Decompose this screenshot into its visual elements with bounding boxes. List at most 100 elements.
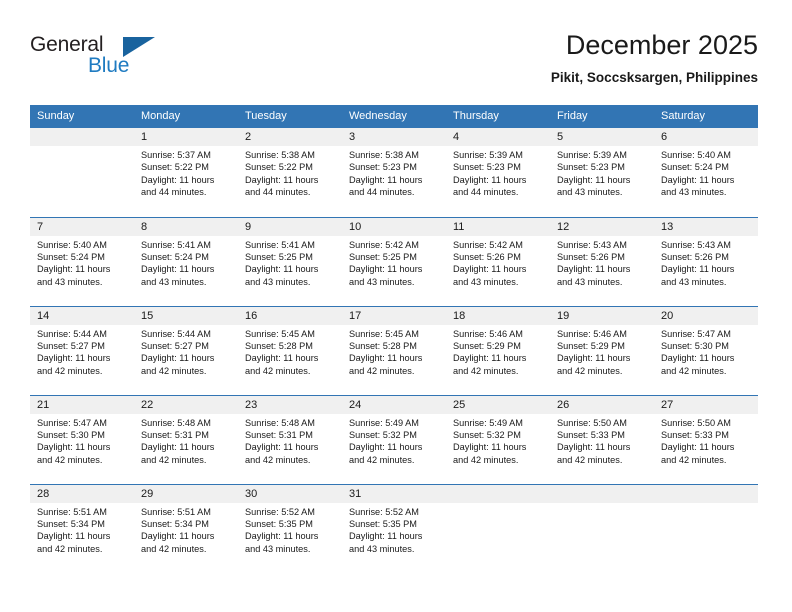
day-number: 21 [30,395,134,414]
calendar-day-cell[interactable]: 22 Sunrise: 5:48 AM Sunset: 5:31 PM Dayligh… [134,394,238,484]
calendar-day-cell[interactable]: 28 Sunrise: 5:51 AM Sunset: 5:34 PM Dayligh… [30,483,134,573]
calendar-day-cell[interactable]: 13 Sunrise: 5:43 AM Sunset: 5:26 PM Dayligh… [654,216,758,306]
sunset-time: Sunset: 5:34 PM [141,518,209,529]
day-number: 3 [342,128,446,146]
day-sun-info [30,146,134,149]
daylight-duration-line2: and 44 minutes. [349,187,415,198]
calendar-day-cell[interactable]: 12 Sunrise: 5:43 AM Sunset: 5:26 PM Dayligh… [550,216,654,306]
day-number: 12 [550,217,654,236]
sunrise-time: Sunrise: 5:44 AM [141,328,211,339]
day-sun-info: Sunrise: 5:39 AM Sunset: 5:23 PM Daylight:… [446,146,550,199]
sunrise-time: Sunrise: 5:38 AM [245,150,315,160]
sunset-time: Sunset: 5:33 PM [661,429,729,440]
sunrise-time: Sunrise: 5:42 AM [453,239,523,250]
sunset-time: Sunset: 5:26 PM [557,251,625,262]
calendar-day-cell[interactable]: 26 Sunrise: 5:50 AM Sunset: 5:33 PM Dayligh… [550,394,654,484]
calendar-day-cell[interactable]: 8 Sunrise: 5:41 AM Sunset: 5:24 PM Daylight… [134,216,238,306]
calendar-day-cell[interactable]: 14 Sunrise: 5:44 AM Sunset: 5:27 PM Dayligh… [30,305,134,395]
calendar-day-cell[interactable]: 11 Sunrise: 5:42 AM Sunset: 5:26 PM Dayligh… [446,216,550,306]
calendar-day-cell[interactable]: 10 Sunrise: 5:42 AM Sunset: 5:25 PM Dayligh… [342,216,446,306]
calendar-day-cell[interactable]: 20 Sunrise: 5:47 AM Sunset: 5:30 PM Dayligh… [654,305,758,395]
daylight-duration-line1: Daylight: 11 hours [37,442,111,453]
sunrise-time: Sunrise: 5:48 AM [245,417,315,428]
calendar-day-cell[interactable]: 2 Sunrise: 5:38 AM Sunset: 5:22 PM Daylight… [238,128,342,217]
daylight-duration-line1: Daylight: 11 hours [349,353,423,364]
sunset-time: Sunset: 5:27 PM [37,340,105,351]
day-number [654,484,758,503]
sunrise-time: Sunrise: 5:45 AM [245,328,315,339]
calendar-day-cell[interactable]: 6 Sunrise: 5:40 AM Sunset: 5:24 PM Daylight… [654,128,758,217]
daylight-duration-line1: Daylight: 11 hours [141,531,215,542]
calendar-day-cell[interactable]: 21 Sunrise: 5:47 AM Sunset: 5:30 PM Dayligh… [30,394,134,484]
sunrise-time: Sunrise: 5:46 AM [557,328,627,339]
calendar-day-cell-empty [654,483,758,573]
calendar-day-cell[interactable]: 31 Sunrise: 5:52 AM Sunset: 5:35 PM Dayligh… [342,483,446,573]
daylight-duration-line1: Daylight: 11 hours [245,442,319,453]
day-number: 18 [446,306,550,325]
daylight-duration-line2: and 42 minutes. [661,454,727,465]
calendar-day-cell[interactable]: 30 Sunrise: 5:52 AM Sunset: 5:35 PM Dayligh… [238,483,342,573]
calendar-day-cell[interactable]: 23 Sunrise: 5:48 AM Sunset: 5:31 PM Dayligh… [238,394,342,484]
daylight-duration-line2: and 43 minutes. [349,276,415,287]
daylight-duration-line2: and 44 minutes. [245,187,311,198]
daylight-duration-line2: and 42 minutes. [453,365,519,376]
calendar-day-cell[interactable]: 15 Sunrise: 5:44 AM Sunset: 5:27 PM Dayligh… [134,305,238,395]
daylight-duration-line2: and 43 minutes. [453,276,519,287]
daylight-duration-line2: and 43 minutes. [661,187,727,198]
sunset-time: Sunset: 5:25 PM [349,251,417,262]
sunrise-time: Sunrise: 5:38 AM [349,150,419,160]
calendar-day-cell[interactable]: 16 Sunrise: 5:45 AM Sunset: 5:28 PM Dayligh… [238,305,342,395]
calendar-day-cell[interactable]: 19 Sunrise: 5:46 AM Sunset: 5:29 PM Dayligh… [550,305,654,395]
sunset-time: Sunset: 5:26 PM [453,251,521,262]
day-sun-info: Sunrise: 5:50 AM Sunset: 5:33 PM Daylight:… [550,414,654,467]
page-header: General Blue December 2025 Pikit, Soccsk… [30,28,758,98]
day-sun-info: Sunrise: 5:49 AM Sunset: 5:32 PM Daylight:… [446,414,550,467]
day-number: 17 [342,306,446,325]
day-sun-info: Sunrise: 5:51 AM Sunset: 5:34 PM Daylight:… [134,503,238,556]
day-number: 6 [654,128,758,146]
sunrise-time: Sunrise: 5:50 AM [661,417,731,428]
sunset-time: Sunset: 5:31 PM [245,429,313,440]
day-number: 2 [238,128,342,146]
calendar-day-cell[interactable]: 25 Sunrise: 5:49 AM Sunset: 5:32 PM Dayligh… [446,394,550,484]
daylight-duration-line2: and 42 minutes. [349,454,415,465]
day-sun-info: Sunrise: 5:41 AM Sunset: 5:24 PM Daylight:… [134,236,238,289]
day-number: 4 [446,128,550,146]
daylight-duration-line1: Daylight: 11 hours [37,264,111,275]
sunset-time: Sunset: 5:35 PM [245,518,313,529]
calendar-day-cell[interactable]: 7 Sunrise: 5:40 AM Sunset: 5:24 PM Daylight… [30,216,134,306]
calendar-day-cell[interactable]: 18 Sunrise: 5:46 AM Sunset: 5:29 PM Dayligh… [446,305,550,395]
calendar-day-cell[interactable]: 4 Sunrise: 5:39 AM Sunset: 5:23 PM Daylight… [446,128,550,217]
sunset-time: Sunset: 5:35 PM [349,518,417,529]
sunrise-time: Sunrise: 5:43 AM [557,239,627,250]
day-sun-info: Sunrise: 5:37 AM Sunset: 5:22 PM Daylight:… [134,146,238,199]
page-title: December 2025 [565,30,758,60]
sunrise-time: Sunrise: 5:47 AM [37,417,107,428]
calendar-day-cell[interactable]: 9 Sunrise: 5:41 AM Sunset: 5:25 PM Daylight… [238,216,342,306]
day-number: 26 [550,395,654,414]
calendar-day-cell[interactable]: 5 Sunrise: 5:39 AM Sunset: 5:23 PM Daylight… [550,128,654,217]
sunrise-time: Sunrise: 5:50 AM [557,417,627,428]
day-sun-info: Sunrise: 5:38 AM Sunset: 5:23 PM Daylight:… [342,146,446,199]
day-sun-info: Sunrise: 5:42 AM Sunset: 5:25 PM Daylight:… [342,236,446,289]
day-sun-info: Sunrise: 5:43 AM Sunset: 5:26 PM Daylight:… [654,236,758,289]
sunset-time: Sunset: 5:24 PM [37,251,105,262]
daylight-duration-line2: and 42 minutes. [37,365,103,376]
calendar-day-cell[interactable]: 3 Sunrise: 5:38 AM Sunset: 5:23 PM Daylight… [342,128,446,217]
day-sun-info: Sunrise: 5:40 AM Sunset: 5:24 PM Daylight:… [30,236,134,289]
calendar-day-cell-empty [30,128,134,217]
day-sun-info: Sunrise: 5:52 AM Sunset: 5:35 PM Daylight:… [342,503,446,556]
day-number: 10 [342,217,446,236]
daylight-duration-line1: Daylight: 11 hours [453,264,527,275]
calendar-day-cell[interactable]: 29 Sunrise: 5:51 AM Sunset: 5:34 PM Dayligh… [134,483,238,573]
calendar-day-cell[interactable]: 27 Sunrise: 5:50 AM Sunset: 5:33 PM Dayligh… [654,394,758,484]
sunset-time: Sunset: 5:33 PM [557,429,625,440]
calendar-day-cell[interactable]: 24 Sunrise: 5:49 AM Sunset: 5:32 PM Dayligh… [342,394,446,484]
generalblue-logo[interactable]: General Blue [30,33,170,89]
sunrise-time: Sunrise: 5:37 AM [141,150,211,160]
calendar-day-cell[interactable]: 1 Sunrise: 5:37 AM Sunset: 5:22 PM Daylight… [134,128,238,217]
calendar-day-cell[interactable]: 17 Sunrise: 5:45 AM Sunset: 5:28 PM Dayligh… [342,305,446,395]
daylight-duration-line2: and 43 minutes. [245,543,311,554]
daylight-duration-line1: Daylight: 11 hours [141,353,215,364]
daylight-duration-line2: and 42 minutes. [141,454,207,465]
